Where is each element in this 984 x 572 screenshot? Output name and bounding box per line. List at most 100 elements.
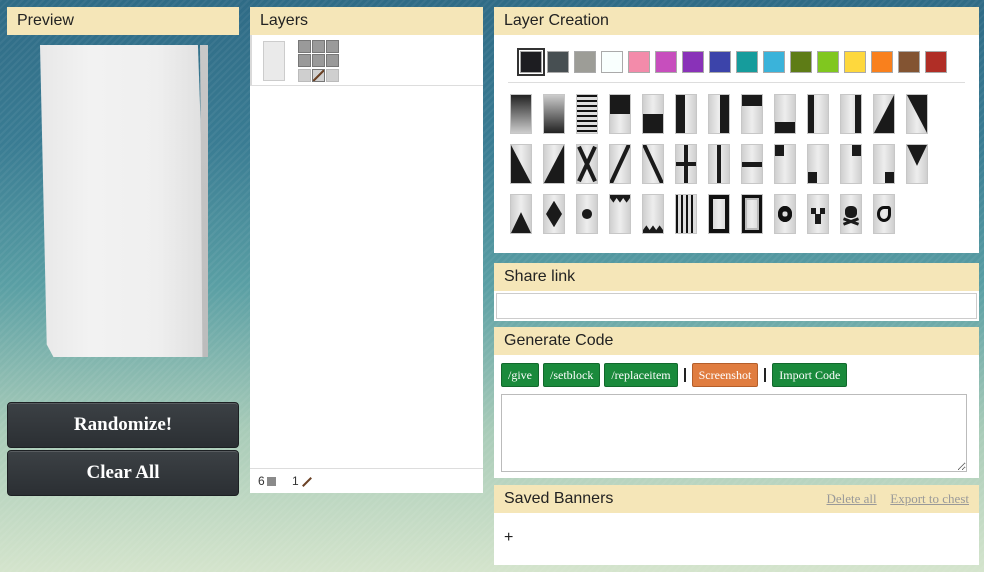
circle-pattern[interactable] bbox=[576, 194, 598, 234]
color-swatch[interactable] bbox=[628, 51, 650, 73]
bottom-right-square-pattern[interactable] bbox=[873, 144, 895, 184]
preview-panel: Preview bbox=[7, 7, 239, 37]
skull-pattern[interactable] bbox=[840, 194, 862, 234]
preview-title: Preview bbox=[7, 7, 239, 35]
layers-title: Layers bbox=[250, 7, 483, 35]
top-stripe-pattern[interactable] bbox=[741, 94, 763, 134]
diagonal-stripe-left-pattern[interactable] bbox=[642, 144, 664, 184]
add-saved-banner-button[interactable]: + bbox=[504, 529, 513, 547]
banner-cloth bbox=[40, 45, 208, 357]
color-swatch[interactable] bbox=[709, 51, 731, 73]
empty-slot bbox=[326, 68, 339, 82]
right-stripe-pattern[interactable] bbox=[840, 94, 862, 134]
banner-preview bbox=[40, 45, 208, 357]
bottom-stripe-pattern[interactable] bbox=[774, 94, 796, 134]
straight-cross-pattern[interactable] bbox=[675, 144, 697, 184]
share-link-input[interactable] bbox=[496, 293, 977, 319]
left-half-pattern[interactable] bbox=[675, 94, 697, 134]
stick-icon bbox=[301, 477, 312, 487]
left-stripe-pattern[interactable] bbox=[807, 94, 829, 134]
gradient-down-pattern[interactable] bbox=[510, 94, 532, 134]
middle-stripe-pattern[interactable] bbox=[741, 144, 763, 184]
border-pattern[interactable] bbox=[708, 194, 730, 234]
layer-creation-title: Layer Creation bbox=[494, 7, 979, 35]
creeper-pattern[interactable] bbox=[807, 194, 829, 234]
color-swatch[interactable] bbox=[844, 51, 866, 73]
export-to-chest-link[interactable]: Export to chest bbox=[890, 491, 969, 506]
layer-base[interactable] bbox=[250, 35, 483, 86]
top-right-square-pattern[interactable] bbox=[840, 144, 862, 184]
diagonal-up-right-pattern[interactable] bbox=[543, 144, 565, 184]
pattern-grid bbox=[510, 94, 970, 234]
share-link-title: Share link bbox=[494, 263, 979, 291]
bricks-pattern[interactable] bbox=[576, 94, 598, 134]
wool-block-icon bbox=[298, 54, 311, 68]
block-icon bbox=[266, 477, 276, 486]
color-swatch[interactable] bbox=[736, 51, 758, 73]
color-swatch[interactable] bbox=[763, 51, 785, 73]
color-swatch[interactable] bbox=[925, 51, 947, 73]
wool-block-icon bbox=[312, 54, 325, 68]
share-link-panel: Share link bbox=[494, 263, 979, 321]
center-stripe-pattern[interactable] bbox=[708, 144, 730, 184]
wool-block-icon bbox=[326, 40, 339, 53]
diagonal-left-pattern[interactable] bbox=[873, 94, 895, 134]
clear-all-button[interactable]: Clear All bbox=[7, 450, 239, 496]
bottom-triangle-pattern[interactable] bbox=[510, 194, 532, 234]
color-swatch[interactable] bbox=[817, 51, 839, 73]
stick-icon bbox=[312, 68, 325, 82]
generate-code-title: Generate Code bbox=[494, 327, 979, 355]
give-button[interactable]: /give bbox=[501, 363, 539, 387]
replaceitem-button[interactable]: /replaceitem bbox=[604, 363, 678, 387]
color-swatch[interactable] bbox=[790, 51, 812, 73]
wool-block-icon bbox=[298, 40, 311, 53]
right-half-pattern[interactable] bbox=[708, 94, 730, 134]
color-swatch[interactable] bbox=[517, 48, 545, 76]
flower-pattern[interactable] bbox=[774, 194, 796, 234]
curly-border-pattern[interactable] bbox=[741, 194, 763, 234]
empty-slot bbox=[298, 68, 311, 82]
rhombus-pattern[interactable] bbox=[543, 194, 565, 234]
color-swatch[interactable] bbox=[682, 51, 704, 73]
code-output[interactable] bbox=[501, 394, 967, 472]
small-stripes-pattern[interactable] bbox=[675, 194, 697, 234]
top-half-pattern[interactable] bbox=[609, 94, 631, 134]
separator bbox=[764, 368, 767, 382]
top-triangles-pattern[interactable] bbox=[609, 194, 631, 234]
color-palette bbox=[517, 48, 947, 76]
crafting-recipe bbox=[298, 40, 340, 82]
bottom-half-pattern[interactable] bbox=[642, 94, 664, 134]
cross-pattern[interactable] bbox=[576, 144, 598, 184]
layer-thumbnail bbox=[263, 41, 285, 81]
color-swatch[interactable] bbox=[547, 51, 569, 73]
color-swatch[interactable] bbox=[655, 51, 677, 73]
divider bbox=[508, 82, 965, 83]
top-triangle-pattern[interactable] bbox=[906, 144, 928, 184]
randomize-button[interactable]: Randomize! bbox=[7, 402, 239, 448]
wool-block-icon bbox=[326, 54, 339, 68]
sticks-count: 1 bbox=[292, 474, 299, 488]
separator bbox=[683, 368, 686, 382]
layers-panel: Layers 6 1 bbox=[250, 7, 483, 493]
color-swatch[interactable] bbox=[871, 51, 893, 73]
layer-creation-panel: Layer Creation bbox=[494, 7, 979, 253]
color-swatch[interactable] bbox=[574, 51, 596, 73]
setblock-button[interactable]: /setblock bbox=[543, 363, 601, 387]
bottom-triangles-pattern[interactable] bbox=[642, 194, 664, 234]
screenshot-button[interactable]: Screenshot bbox=[691, 363, 759, 387]
top-left-square-pattern[interactable] bbox=[774, 144, 796, 184]
color-swatch[interactable] bbox=[898, 51, 920, 73]
bottom-left-square-pattern[interactable] bbox=[807, 144, 829, 184]
color-swatch[interactable] bbox=[601, 51, 623, 73]
blocks-count: 6 bbox=[258, 474, 265, 488]
generate-code-panel: Generate Code /give /setblock /replaceit… bbox=[494, 327, 979, 478]
delete-all-link[interactable]: Delete all bbox=[826, 491, 876, 506]
import-code-button[interactable]: Import Code bbox=[772, 363, 848, 387]
saved-banners-panel: Saved Banners Delete all Export to chest… bbox=[494, 485, 979, 565]
diagonal-stripe-right-pattern[interactable] bbox=[609, 144, 631, 184]
layers-footer: 6 1 bbox=[250, 468, 483, 493]
diagonal-up-left-pattern[interactable] bbox=[510, 144, 532, 184]
diagonal-right-pattern[interactable] bbox=[906, 94, 928, 134]
gradient-up-pattern[interactable] bbox=[543, 94, 565, 134]
mojang-pattern[interactable] bbox=[873, 194, 895, 234]
